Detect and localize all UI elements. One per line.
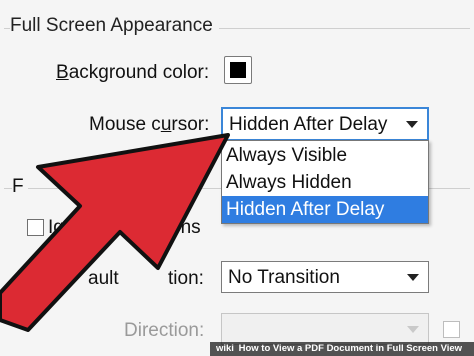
- ignore-transitions-label-start: Ig: [48, 217, 64, 238]
- watermark-bar: wiki How to View a PDF Document in Full …: [210, 342, 474, 356]
- default-transition-label-fragment: ault: [88, 268, 119, 289]
- wiki-logo-text: wiki: [216, 343, 234, 354]
- full-screen-preferences-panel: Full Screen Appearance Background color:…: [0, 0, 474, 356]
- full-screen-appearance-heading: Full Screen Appearance: [10, 15, 219, 37]
- mouse-cursor-dropdown-list: Always Visible Always Hidden Hidden Afte…: [221, 140, 429, 224]
- mouse-cursor-selected-value: Hidden After Delay: [229, 114, 388, 135]
- chevron-down-icon[interactable]: [398, 314, 428, 344]
- mouse-cursor-label: Mouse cursor:: [89, 114, 210, 135]
- direction-select[interactable]: [221, 313, 429, 345]
- transitions-heading-fragment: F: [12, 176, 28, 198]
- mouse-cursor-select[interactable]: Hidden After Delay: [221, 107, 429, 141]
- mouse-cursor-mnemonic: u: [160, 114, 172, 135]
- watermark-title: How to View a PDF Document in Full Scree…: [238, 343, 463, 354]
- default-transition-label-end: tion:: [168, 268, 204, 289]
- direction-label: Direction:: [124, 320, 205, 341]
- color-fill: [230, 62, 246, 78]
- navigation-checkbox[interactable]: [443, 321, 460, 338]
- chevron-down-icon[interactable]: [398, 262, 428, 292]
- ignore-transitions-checkbox[interactable]: [27, 219, 44, 236]
- chevron-down-icon[interactable]: [397, 109, 427, 139]
- option-always-visible[interactable]: Always Visible: [222, 142, 428, 169]
- background-color-swatch-button[interactable]: [224, 56, 252, 84]
- option-always-hidden[interactable]: Always Hidden: [222, 169, 428, 196]
- default-transition-select[interactable]: No Transition: [221, 261, 429, 293]
- default-transition-value: No Transition: [228, 267, 340, 288]
- option-hidden-after-delay[interactable]: Hidden After Delay: [222, 196, 428, 223]
- ignore-transitions-label-end: ons: [170, 217, 201, 238]
- background-color-mnemonic: B: [56, 62, 69, 83]
- background-color-label: Background color:: [56, 62, 210, 83]
